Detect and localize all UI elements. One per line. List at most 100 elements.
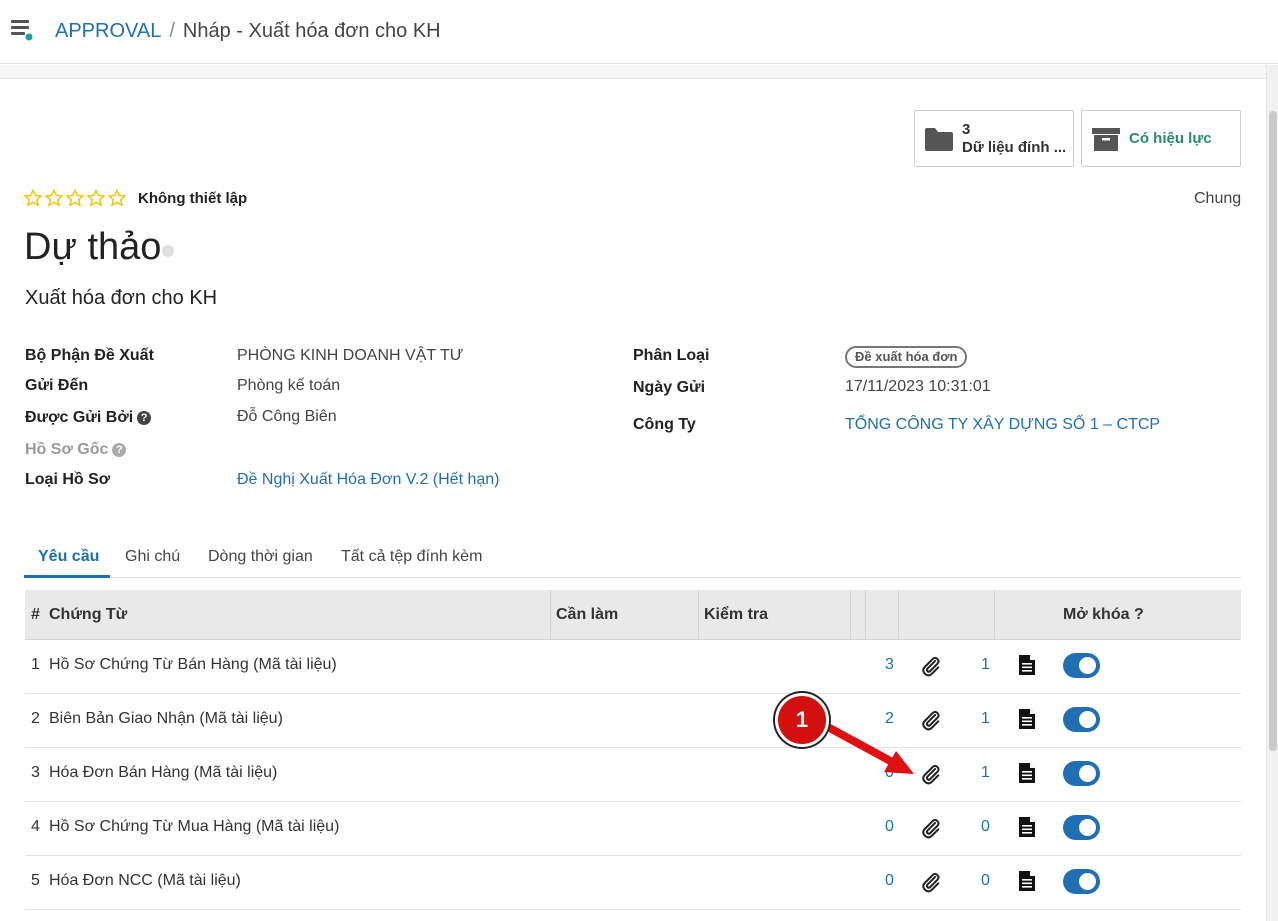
star-outline-icon[interactable] [87, 189, 105, 207]
file-text-icon[interactable] [1018, 708, 1036, 730]
question-circle-icon[interactable]: ? [112, 443, 127, 457]
unlock-toggle[interactable] [1063, 869, 1100, 894]
tab-requests[interactable]: Yêu cầu [38, 548, 99, 566]
page-title: Dự thảo [24, 225, 175, 269]
file-text-icon[interactable] [1018, 816, 1036, 838]
column-divider [865, 590, 866, 640]
row-document-name[interactable]: Biên Bản Giao Nhận (Mã tài liệu) [49, 710, 283, 728]
tab-all-attachments[interactable]: Tất cả tệp đính kèm [341, 548, 482, 566]
annotation-arrow [822, 722, 914, 774]
scrollbar-thumb[interactable] [1269, 111, 1277, 751]
control-panel [0, 65, 1266, 79]
row-attachment-count[interactable]: 3 [885, 656, 894, 674]
star-outline-icon[interactable] [24, 189, 42, 207]
column-divider [550, 590, 551, 640]
top-bar: APPROVAL / Nháp - Xuất hóa đơn cho KH [0, 0, 1278, 64]
category-label: Chung [1194, 190, 1242, 207]
classification-tag: Đề xuất hóa đơn [845, 346, 968, 368]
row-file-count[interactable]: 1 [981, 764, 990, 782]
priority-stars [24, 189, 126, 207]
row-document-name[interactable]: Hồ Sơ Chứng Từ Mua Hàng (Mã tài liệu) [49, 818, 339, 836]
sent-by-label-text: Được Gửi Bởi [25, 409, 134, 426]
active-status-label: Có hiệu lực [1129, 130, 1212, 147]
row-attachment-count[interactable]: 0 [885, 872, 894, 890]
row-attachment-count[interactable]: 0 [885, 818, 894, 836]
send-to-label: Gửi Đến [25, 377, 89, 394]
date-value: 17/11/2023 10:31:01 [845, 378, 991, 395]
file-text-icon[interactable] [1018, 870, 1036, 892]
department-label: Bộ Phận Đề Xuất [25, 347, 154, 364]
attachments-button[interactable]: 3 Dữ liệu đính ... [914, 110, 1074, 167]
active-status-button[interactable]: Có hiệu lực [1081, 110, 1241, 167]
unlock-toggle[interactable] [1063, 761, 1100, 786]
row-file-count[interactable]: 0 [981, 818, 990, 836]
row-number: 5 [31, 872, 40, 889]
star-outline-icon[interactable] [108, 189, 126, 207]
attachments-label: Dữ liệu đính ... [962, 139, 1067, 156]
doc-type-value[interactable]: Đề Nghị Xuất Hóa Đơn V.2 (Hết hạn) [237, 471, 499, 489]
column-divider [994, 590, 995, 640]
menu-icon[interactable] [10, 18, 34, 42]
page-title-text: Dự thảo [24, 226, 162, 268]
breadcrumb-app-link[interactable]: APPROVAL [55, 20, 161, 42]
tab-timeline[interactable]: Dòng thời gian [208, 548, 313, 566]
row-document-name[interactable]: Hóa Đơn Bán Hàng (Mã tài liệu) [49, 764, 277, 782]
column-header-document[interactable]: Chứng Từ [49, 606, 127, 624]
row-number: 1 [31, 656, 40, 673]
row-file-count[interactable]: 0 [981, 872, 990, 890]
origin-label: Hồ Sơ Gốc? [25, 441, 127, 459]
sent-by-value: Đỗ Công Biên [237, 408, 337, 425]
row-file-count[interactable]: 1 [981, 710, 990, 728]
date-label: Ngày Gửi [633, 379, 706, 396]
toggle-knob [1079, 819, 1096, 836]
table-row[interactable]: 4 Hồ Sơ Chứng Từ Mua Hàng (Mã tài liệu) … [25, 802, 1241, 856]
column-header-todo[interactable]: Cần làm [556, 606, 618, 624]
star-outline-icon[interactable] [45, 189, 63, 207]
unlock-toggle[interactable] [1063, 707, 1100, 732]
archive-icon [1092, 128, 1120, 151]
breadcrumb-separator: / [169, 20, 175, 42]
breadcrumb: APPROVAL / Nháp - Xuất hóa đơn cho KH [55, 19, 441, 43]
table-row[interactable]: 5 Hóa Đơn NCC (Mã tài liệu) 0 0 [25, 856, 1241, 910]
tab-notes[interactable]: Ghi chú [125, 548, 180, 566]
question-circle-icon[interactable]: ? [137, 411, 152, 425]
attachments-button-text: 3 Dữ liệu đính ... [962, 121, 1066, 157]
scrollbar[interactable] [1266, 65, 1278, 921]
star-outline-icon[interactable] [66, 189, 84, 207]
unlock-toggle[interactable] [1063, 815, 1100, 840]
notebook-tabs: Yêu cầu Ghi chú Dòng thời gian Tất cả tệ… [24, 540, 1241, 578]
table-header: # Chứng Từ Cần làm Kiểm tra Mở khóa ? [25, 590, 1241, 640]
row-document-name[interactable]: Hồ Sơ Chứng Từ Bán Hàng (Mã tài liệu) [49, 656, 337, 674]
send-to-value: Phòng kế toán [237, 377, 341, 394]
table-row[interactable]: 1 Hồ Sơ Chứng Từ Bán Hàng (Mã tài liệu) … [25, 640, 1241, 694]
column-header-number: # [31, 606, 40, 623]
file-text-icon[interactable] [1018, 654, 1036, 676]
table-row[interactable]: 2 Biên Bản Giao Nhận (Mã tài liệu) 2 1 [25, 694, 1241, 748]
row-number: 3 [31, 764, 40, 781]
paperclip-icon[interactable] [920, 655, 942, 677]
origin-label-text: Hồ Sơ Gốc [25, 441, 109, 458]
department-value: PHÒNG KINH DOANH VẬT TƯ [237, 347, 464, 364]
paperclip-icon[interactable] [920, 871, 942, 893]
unlock-toggle[interactable] [1063, 653, 1100, 678]
column-header-unlock[interactable]: Mở khóa ? [1063, 606, 1144, 624]
row-document-name[interactable]: Hóa Đơn NCC (Mã tài liệu) [49, 872, 241, 890]
active-tab-indicator [24, 575, 110, 578]
annotation-step-badge: 1 [775, 693, 829, 747]
paperclip-icon[interactable] [920, 817, 942, 839]
toggle-knob [1079, 873, 1096, 890]
toggle-knob [1079, 765, 1096, 782]
sent-by-label: Được Gửi Bởi? [25, 409, 152, 427]
company-value[interactable]: TỔNG CÔNG TY XÂY DỰNG SỐ 1 – CTCP [845, 416, 1160, 434]
record-subtitle: Xuất hóa đơn cho KH [25, 287, 218, 309]
column-divider [898, 590, 899, 640]
file-text-icon[interactable] [1018, 762, 1036, 784]
row-file-count[interactable]: 1 [981, 656, 990, 674]
toggle-knob [1079, 657, 1096, 674]
row-number: 2 [31, 710, 40, 727]
breadcrumb-current: Nháp - Xuất hóa đơn cho KH [182, 20, 441, 42]
column-header-check[interactable]: Kiểm tra [704, 606, 768, 624]
table-row[interactable]: 3 Hóa Đơn Bán Hàng (Mã tài liệu) 0 1 [25, 748, 1241, 802]
doc-type-label: Loại Hồ Sơ [25, 471, 111, 488]
classification-label: Phân Loại [633, 347, 710, 364]
